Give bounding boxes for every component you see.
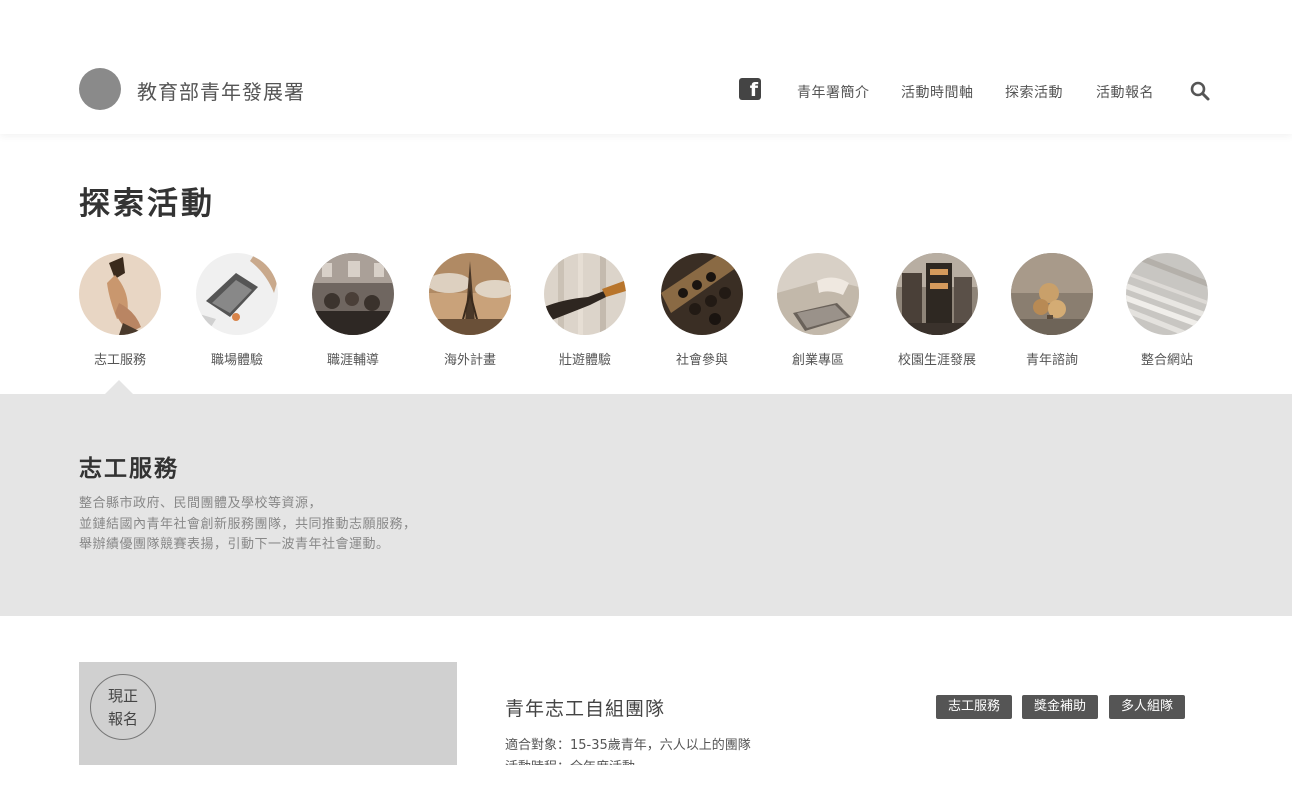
nav-item-register[interactable]: 活動報名 <box>1096 82 1154 102</box>
category-startup[interactable]: 創業專區 <box>768 253 868 368</box>
social-photo <box>661 253 743 335</box>
career-guidance-photo <box>312 253 394 335</box>
panel-description-line: 並鏈結國內青年社會創新服務團隊，共同推動志願服務， <box>79 517 417 532</box>
journey-photo <box>544 253 626 335</box>
campus-career-photo <box>896 253 978 335</box>
category-youth-advisory[interactable]: 青年諮詢 <box>1002 253 1102 368</box>
workplace-photo <box>196 253 278 335</box>
nav-item-explore[interactable]: 探索活動 <box>1005 82 1063 102</box>
category-label: 海外計畫 <box>443 353 496 368</box>
category-career-guidance[interactable]: 職涯輔導 <box>303 253 403 368</box>
site-header: 教育部青年發展署 f 青年署簡介 活動時間軸 探索活動 活動報名 <box>0 0 1292 134</box>
site-logo[interactable] <box>79 68 121 110</box>
panel-description-line: 整合縣市政府、民間團體及學校等資源， <box>79 496 323 511</box>
youth-advisory-photo <box>1011 253 1093 335</box>
selected-indicator <box>104 380 134 395</box>
integrated-sites-photo <box>1126 253 1208 335</box>
badge-line: 報名 <box>107 710 138 728</box>
volunteer-photo <box>79 253 161 335</box>
category-overseas[interactable]: 海外計畫 <box>420 253 520 368</box>
category-label: 職場體驗 <box>210 353 263 368</box>
site-title[interactable]: 教育部青年發展署 <box>137 76 305 105</box>
category-label: 職涯輔導 <box>326 353 379 368</box>
category-label: 整合網站 <box>1140 353 1193 368</box>
activity-image[interactable]: 現正 報名 <box>79 662 457 765</box>
panel-title: 志工服務 <box>79 456 179 482</box>
panel-description-line: 舉辦績優團隊競賽表揚，引動下一波青年社會運動。 <box>79 537 390 552</box>
category-journey[interactable]: 壯遊體驗 <box>535 253 635 368</box>
badge-line: 現正 <box>107 687 138 705</box>
startup-photo <box>777 253 859 335</box>
search-icon[interactable] <box>1189 80 1211 102</box>
category-label: 社會參與 <box>675 353 728 368</box>
category-label: 校園生涯發展 <box>897 353 976 368</box>
category-label: 志工服務 <box>93 353 146 368</box>
nav-item-timeline[interactable]: 活動時間軸 <box>901 82 974 102</box>
page-title: 探索活動 <box>79 186 215 222</box>
category-volunteer[interactable]: 志工服務 <box>70 253 170 368</box>
category-label: 青年諮詢 <box>1025 353 1078 368</box>
tag-team[interactable]: 多人組隊 <box>1109 695 1185 719</box>
category-integrated-sites[interactable]: 整合網站 <box>1117 253 1217 368</box>
activity-period: 活動時程：全年度活動 <box>505 757 705 765</box>
category-workplace[interactable]: 職場體驗 <box>187 253 287 368</box>
activity-title[interactable]: 青年志工自組團隊 <box>505 694 665 721</box>
category-social[interactable]: 社會參與 <box>652 253 752 368</box>
category-label: 壯遊體驗 <box>558 353 611 368</box>
tag-volunteer[interactable]: 志工服務 <box>936 695 1012 719</box>
activity-audience: 適合對象：15-35歲青年，六人以上的團隊 <box>505 738 751 753</box>
facebook-icon[interactable]: f <box>739 78 761 100</box>
category-campus-career[interactable]: 校園生涯發展 <box>887 253 987 368</box>
registration-open-badge: 現正 報名 <box>90 674 156 740</box>
nav-item-about[interactable]: 青年署簡介 <box>797 82 870 102</box>
tag-grant[interactable]: 獎金補助 <box>1022 695 1098 719</box>
category-label: 創業專區 <box>791 353 844 368</box>
overseas-photo <box>429 253 511 335</box>
